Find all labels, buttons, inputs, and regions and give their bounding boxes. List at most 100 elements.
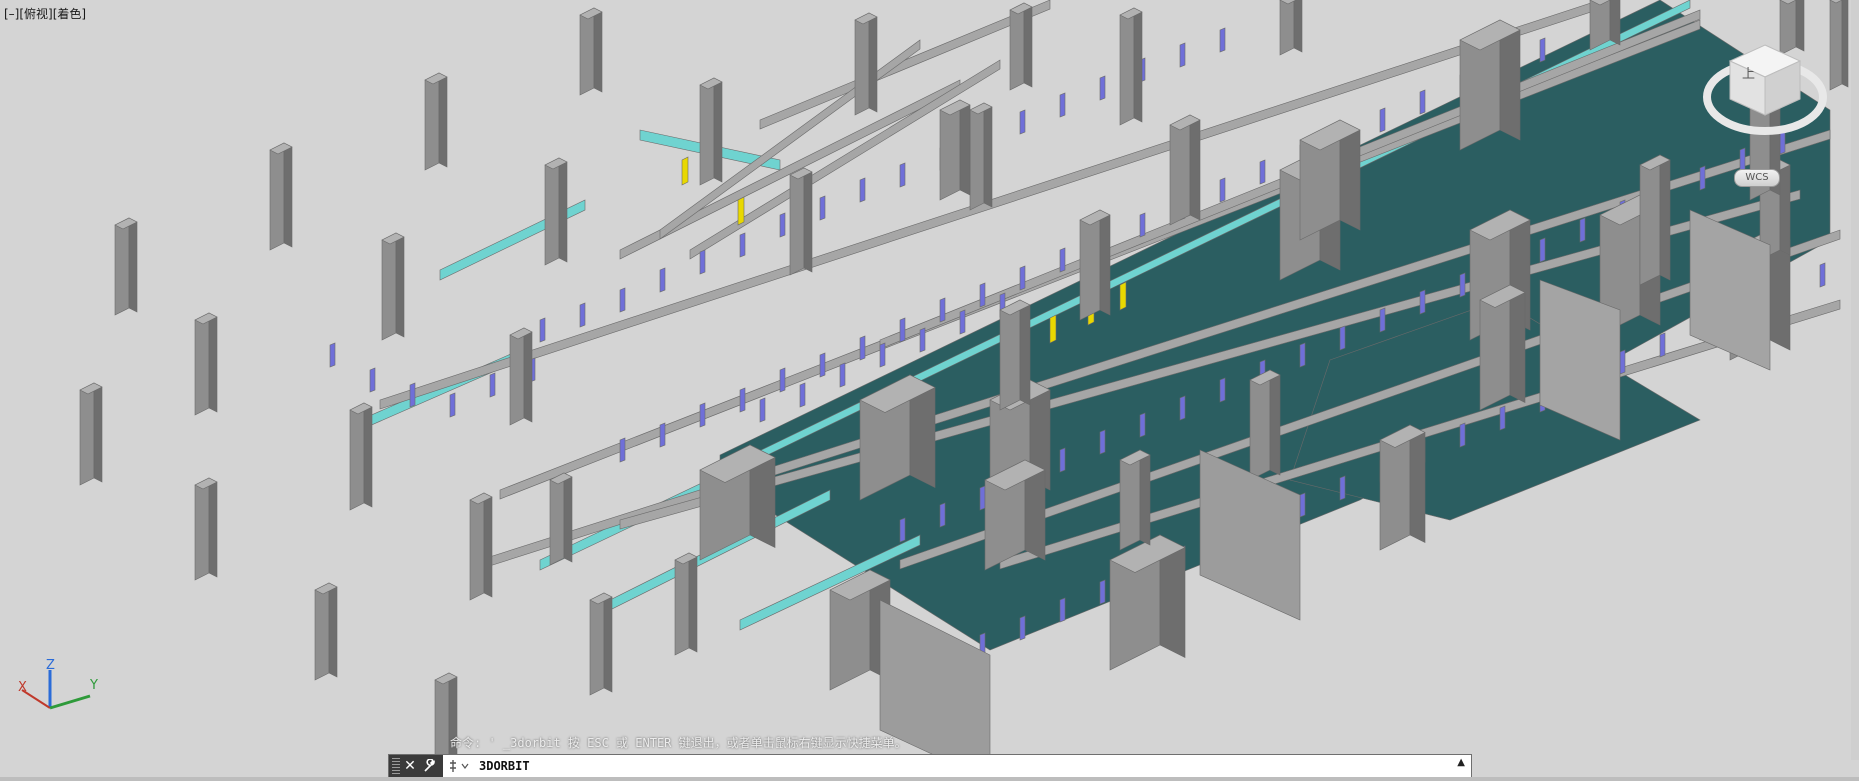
column-face <box>1169 114 1191 226</box>
view-label-text[interactable]: [–][俯视][着色] <box>4 7 86 21</box>
column-face <box>194 477 210 581</box>
hanger-rod <box>1459 272 1466 298</box>
hanger-rod <box>369 367 376 393</box>
command-line-toolbar: ✕ <box>389 755 443 777</box>
column-side <box>713 77 723 183</box>
column-side <box>483 492 493 598</box>
hanger-rod <box>1659 332 1666 358</box>
hanger-rod <box>1299 492 1306 518</box>
command-line[interactable]: ✕ ▲ <box>388 754 1472 778</box>
column-side <box>868 12 878 113</box>
hanger-rod <box>1059 92 1066 118</box>
column-face <box>469 492 485 601</box>
hanger-rod <box>1099 429 1106 455</box>
hanger-rod <box>1059 247 1066 273</box>
hanger-rod <box>1059 447 1066 473</box>
column-face <box>1639 154 1661 286</box>
viewcube[interactable]: 上 <box>1700 35 1830 145</box>
hanger-rod <box>899 517 906 543</box>
column-side <box>208 477 218 578</box>
hanger-rod <box>1339 475 1346 501</box>
hanger-rod <box>1819 262 1826 288</box>
3d-model-scene[interactable] <box>0 0 1859 781</box>
column-face <box>699 77 715 186</box>
hanger-rod <box>1539 37 1546 63</box>
wrench-icon[interactable] <box>420 755 440 777</box>
hanger-rod <box>739 232 746 258</box>
hanger-rod <box>899 317 906 343</box>
hanger-rod <box>1379 307 1386 333</box>
column-face <box>269 142 285 251</box>
column-side <box>438 72 448 168</box>
column-side <box>959 99 971 196</box>
hanger-rod <box>1059 597 1066 623</box>
column-face <box>424 72 440 171</box>
hanger-rod <box>539 317 546 343</box>
close-icon[interactable]: ✕ <box>400 755 420 777</box>
ucs-y-label: Y <box>90 678 98 693</box>
column-side <box>283 142 293 248</box>
hanger-rod <box>1179 395 1186 421</box>
hanger-rod <box>799 382 806 408</box>
column-face <box>589 592 605 696</box>
viewport-controls-label[interactable]: [–][俯视][着色] <box>4 5 86 22</box>
column-side <box>593 7 603 93</box>
hanger-rod <box>659 422 666 448</box>
column-side <box>558 157 568 263</box>
column-face <box>314 582 330 681</box>
wrench-icon-glyph <box>424 759 435 772</box>
chevron-up-icon[interactable]: ▲ <box>1457 757 1465 768</box>
column-face <box>854 12 870 116</box>
viewcube-top-face[interactable]: 上 <box>1742 63 1755 82</box>
column-side <box>328 582 338 678</box>
hanger-rod <box>489 372 496 398</box>
column-face <box>1279 0 1295 56</box>
hanger-rod <box>819 352 826 378</box>
hanger-rod <box>1499 405 1506 431</box>
column-side <box>523 327 533 423</box>
hanger-rod <box>1379 107 1386 133</box>
hanger-rod <box>939 297 946 323</box>
hanger-rod <box>1139 412 1146 438</box>
hanger-rod <box>1299 342 1306 368</box>
column-face <box>114 217 130 316</box>
column-face <box>1009 2 1025 91</box>
hanger-rod <box>1339 325 1346 351</box>
command-input[interactable] <box>479 756 1429 776</box>
hanger-rod <box>1219 27 1226 53</box>
ucs-icon: X Y Z <box>12 658 102 720</box>
vertical-scrollbar[interactable] <box>1851 0 1859 760</box>
column-face <box>381 232 397 341</box>
hanger-rod <box>1139 212 1146 238</box>
column-side <box>1139 449 1151 546</box>
drag-grip-handle[interactable] <box>392 758 400 774</box>
column-side <box>1133 7 1143 123</box>
hanger-rod <box>1619 349 1626 375</box>
hanger-rod <box>1219 377 1226 403</box>
column-face <box>579 7 595 96</box>
column-side <box>1269 369 1281 476</box>
hanger-rod <box>659 267 666 293</box>
column-face <box>509 327 525 426</box>
hanger-rod <box>859 177 866 203</box>
selected-hanger <box>1119 281 1127 311</box>
column-face <box>1079 209 1101 321</box>
hanger-rod <box>779 367 786 393</box>
wcs-menu-button[interactable]: WCS <box>1734 169 1780 187</box>
column-face <box>969 102 985 211</box>
hanger-rod <box>919 327 926 353</box>
column-side <box>363 402 373 508</box>
column-side <box>1293 0 1303 53</box>
hanger-rod <box>1419 89 1426 115</box>
viewcube-icon <box>1703 44 1827 135</box>
column-side <box>395 232 405 338</box>
command-prompt-icon[interactable] <box>449 758 475 774</box>
column-side <box>93 382 103 483</box>
horizontal-scrollbar[interactable] <box>0 777 1859 781</box>
hanger-rod <box>619 437 626 463</box>
model-viewport[interactable] <box>0 0 1859 781</box>
command-history-line: 命令: ' _3dorbit 按 ESC 或 ENTER 键退出，或者单击鼠标右… <box>450 736 907 750</box>
column-side <box>1099 209 1111 316</box>
prompt-glyph <box>450 760 469 772</box>
column-side <box>448 672 458 768</box>
